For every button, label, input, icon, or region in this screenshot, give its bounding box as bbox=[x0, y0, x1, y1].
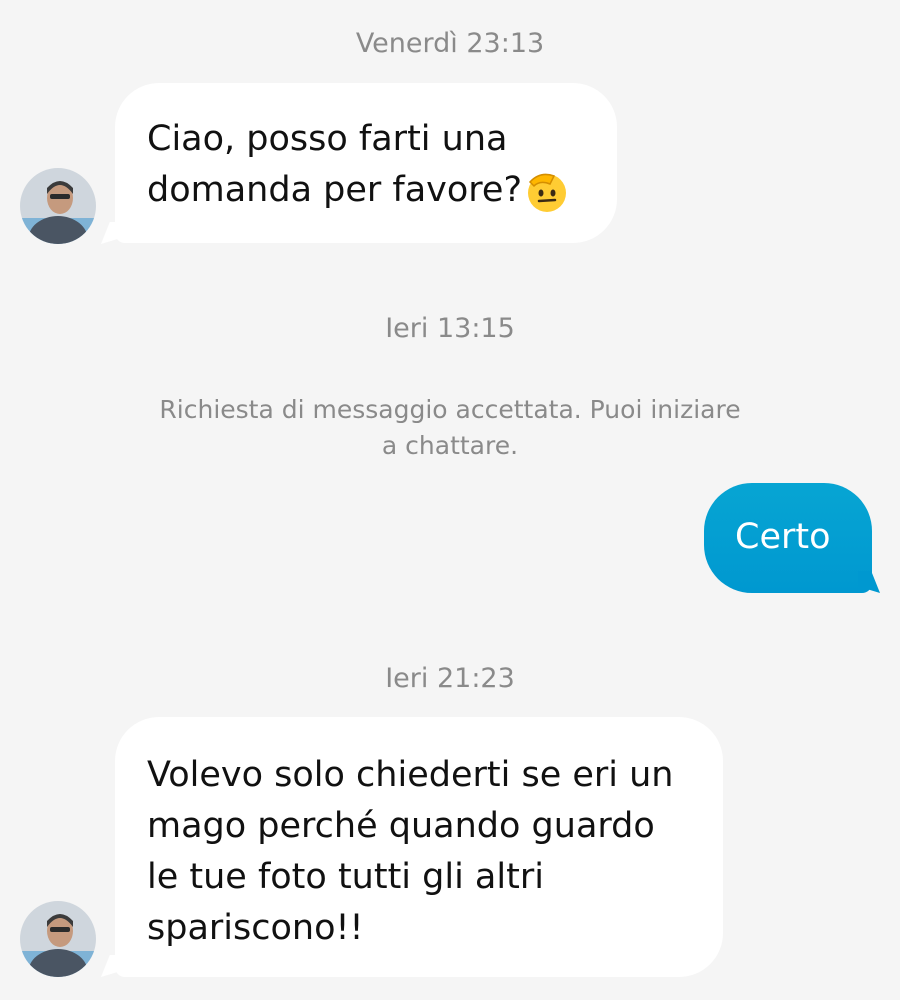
profile-photo bbox=[20, 901, 96, 977]
message-text: Certo bbox=[735, 517, 831, 557]
chat-thread[interactable]: Venerdì 23:13 Ciao, posso farti una doma… bbox=[0, 0, 900, 1000]
message-bubble-incoming[interactable]: Volevo solo chiederti se eri un mago per… bbox=[115, 717, 723, 977]
timestamp: Venerdì 23:13 bbox=[355, 28, 545, 59]
message-bubble-outgoing[interactable]: Certo bbox=[704, 483, 872, 593]
avatar[interactable] bbox=[20, 168, 96, 244]
message-text: Ciao, posso farti una domanda per favore… bbox=[147, 119, 523, 210]
timestamp: Ieri 21:23 bbox=[385, 663, 515, 694]
timestamp: Ieri 13:15 bbox=[385, 313, 515, 344]
profile-photo bbox=[20, 168, 96, 244]
avatar[interactable] bbox=[20, 901, 96, 977]
system-notice: Richiesta di messaggio accettata. Puoi i… bbox=[159, 395, 741, 460]
message-bubble-incoming[interactable]: Ciao, posso farti una domanda per favore… bbox=[115, 83, 617, 243]
message-text: Volevo solo chiederti se eri un mago per… bbox=[147, 755, 674, 948]
saluting-face-icon bbox=[528, 173, 567, 212]
